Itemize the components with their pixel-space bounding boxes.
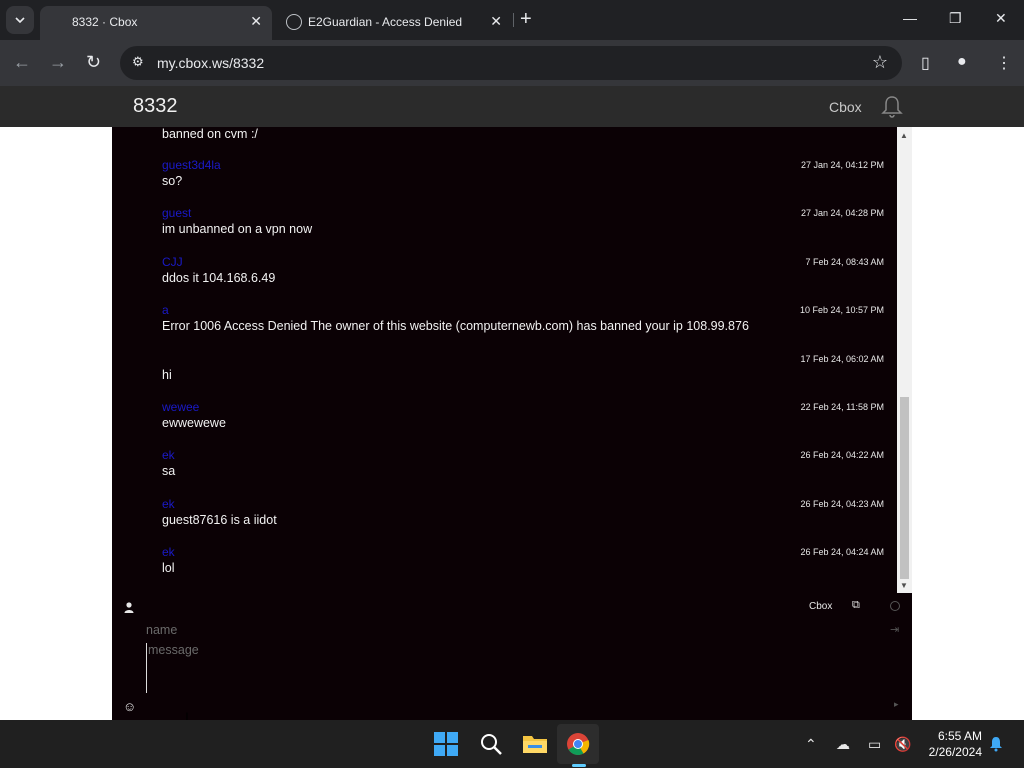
message-form: Cbox ⧉ ⇥ ☺ ▸ (112, 593, 912, 720)
site-info-icon[interactable]: ⚙ (132, 54, 150, 72)
chat-scrollbar[interactable]: ▲ ▼ (897, 127, 912, 593)
tab-cbox[interactable]: 8332 · Cbox ✕ (40, 6, 272, 40)
message-text: banned on cvm :/ (162, 127, 258, 141)
close-tab-icon[interactable]: ✕ (490, 13, 502, 30)
message-text: im unbanned on a vpn now (162, 222, 313, 236)
message-author[interactable]: a (162, 303, 169, 317)
user-icon[interactable] (124, 600, 134, 618)
message-author[interactable]: ek (162, 497, 175, 511)
volume-muted-icon[interactable]: 🔇 (894, 736, 911, 753)
taskbar: ⌃ ☁ ▭ 🔇 6:55 AM 2/26/2024 (0, 720, 1024, 768)
tab-e2guardian[interactable]: E2Guardian - Access Denied ✕ (276, 6, 512, 40)
active-app-indicator (572, 764, 586, 767)
side-panel-icon[interactable]: ▯ (921, 53, 930, 73)
scroll-down-icon[interactable]: ▼ (900, 581, 908, 590)
chevron-down-icon (15, 17, 25, 23)
message-text: Error 1006 Access Denied The owner of th… (162, 319, 749, 333)
clock-date: 2/26/2024 (928, 745, 982, 759)
new-tab-button[interactable]: + (520, 9, 532, 29)
address-bar[interactable]: ⚙ my.cbox.ws/8332 ☆ (120, 46, 902, 80)
onedrive-icon[interactable]: ☁ (836, 736, 850, 753)
close-window-button[interactable]: ✕ (995, 10, 1007, 27)
system-clock[interactable]: 6:55 AM 2/26/2024 (918, 728, 982, 760)
url-text: my.cbox.ws/8332 (157, 55, 265, 71)
login-icon[interactable]: ⇥ (890, 623, 899, 636)
message-text: lol (162, 561, 175, 575)
tab-title: E2Guardian - Access Denied (308, 15, 463, 29)
file-explorer-icon[interactable] (522, 732, 548, 761)
bookmark-star-icon[interactable]: ☆ (872, 52, 888, 73)
message-author[interactable]: ek (162, 448, 175, 462)
message-timestamp: 26 Feb 24, 04:24 AM (800, 547, 884, 557)
message-timestamp: 27 Jan 24, 04:12 PM (800, 160, 884, 170)
message-input[interactable] (146, 643, 886, 693)
message-timestamp: 26 Feb 24, 04:23 AM (800, 499, 884, 509)
back-button[interactable]: ← (13, 52, 31, 73)
profile-icon[interactable]: ● (957, 53, 967, 71)
search-icon[interactable] (479, 732, 503, 761)
name-input[interactable] (146, 621, 846, 639)
smiley-icon[interactable]: ☺ (123, 699, 136, 714)
message-text: ewwewewe (162, 416, 226, 430)
cbox-label[interactable]: Cbox (809, 601, 832, 612)
restore-button[interactable]: ❐ (949, 10, 962, 27)
tab-title: 8332 · Cbox (72, 15, 138, 29)
close-tab-icon[interactable]: ✕ (250, 13, 262, 30)
message-timestamp: 7 Feb 24, 08:43 AM (805, 257, 884, 267)
message-author[interactable]: wewee (162, 400, 199, 414)
message-timestamp: 17 Feb 24, 06:02 AM (800, 354, 884, 364)
message-timestamp: 27 Jan 24, 04:28 PM (800, 208, 884, 218)
menu-icon[interactable]: ⋮ (996, 53, 1012, 73)
tab-search-button[interactable] (6, 6, 34, 34)
windows-start-icon[interactable] (434, 732, 458, 761)
tab-strip: 8332 · Cbox ✕ E2Guardian - Access Denied… (0, 0, 1024, 40)
chat-messages: banned on cvm :/ guest3d4la 27 Jan 24, 0… (112, 127, 897, 593)
browser-toolbar: ← → ↻ ⚙ my.cbox.ws/8332 ☆ ▯ ● ⋮ (0, 40, 1024, 86)
globe-icon (286, 14, 302, 30)
message-author[interactable]: ek (162, 545, 175, 559)
forward-button[interactable]: → (49, 52, 67, 73)
message-text: guest87616 is a iidot (162, 513, 277, 527)
scrollbar-thumb[interactable] (900, 397, 909, 579)
notification-bell-icon[interactable] (988, 736, 1004, 755)
network-icon[interactable]: ▭ (868, 736, 881, 753)
send-arrow-icon[interactable]: ▸ (894, 699, 899, 710)
external-link-icon[interactable]: ⧉ (852, 599, 860, 612)
minimize-button[interactable]: — (903, 10, 917, 26)
page-header: 8332 Cbox (0, 86, 1024, 127)
message-text: hi (162, 368, 172, 382)
message-text: ddos it 104.168.6.49 (162, 271, 276, 285)
clock-time: 6:55 AM (937, 729, 982, 743)
message-author[interactable]: guest3d4la (162, 158, 221, 172)
reload-button[interactable]: ↻ (86, 52, 101, 73)
message-author[interactable]: guest (162, 206, 191, 220)
message-timestamp: 26 Feb 24, 04:22 AM (800, 450, 884, 460)
bell-icon[interactable] (880, 95, 904, 124)
message-text: so? (162, 174, 183, 188)
status-circle-icon[interactable] (890, 601, 900, 611)
message-timestamp: 10 Feb 24, 10:57 PM (799, 305, 884, 315)
page-title: 8332 (133, 95, 178, 117)
cbox-link[interactable]: Cbox (829, 99, 862, 115)
scroll-up-icon[interactable]: ▲ (900, 131, 908, 140)
message-author[interactable]: CJJ (162, 255, 183, 269)
message-text: sa (162, 464, 176, 478)
message-timestamp: 22 Feb 24, 11:58 PM (800, 402, 884, 412)
chrome-icon[interactable] (566, 732, 590, 761)
tab-separator (513, 13, 514, 27)
show-hidden-icons-icon[interactable]: ⌃ (805, 736, 817, 753)
